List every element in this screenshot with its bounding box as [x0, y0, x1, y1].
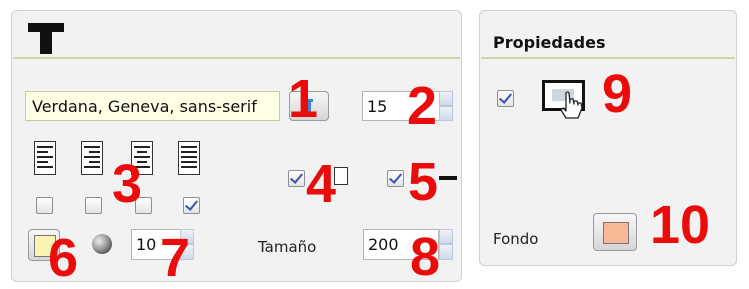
callout-3: 3 [112, 154, 143, 214]
underline-checkbox[interactable] [288, 170, 305, 187]
callout-8: 8 [410, 227, 441, 287]
opacity-icon [92, 234, 112, 254]
text-tool-T-icon [28, 23, 64, 54]
background-color-button[interactable] [593, 213, 637, 251]
font-family-input[interactable] [25, 91, 280, 121]
properties-title: Propiedades [493, 33, 606, 52]
align-justify-checkbox[interactable] [183, 197, 200, 214]
callout-6: 6 [48, 228, 79, 288]
strikethrough-checkbox[interactable] [387, 170, 404, 187]
underline-icon [334, 167, 348, 185]
callout-7: 7 [160, 228, 191, 288]
align-right-checkbox[interactable] [85, 197, 102, 214]
callout-9: 9 [602, 64, 633, 124]
size-spin-down[interactable] [439, 244, 453, 260]
align-left-checkbox[interactable] [36, 197, 53, 214]
panel-divider [13, 57, 460, 59]
hand-pointer-cursor-icon[interactable] [542, 78, 592, 122]
callout-4: 4 [306, 154, 337, 214]
background-label: Fondo [493, 230, 539, 248]
font-size-spin-up[interactable] [439, 91, 453, 106]
properties-divider [481, 57, 735, 59]
background-color-swatch [603, 222, 629, 244]
callout-10: 10 [650, 195, 711, 255]
align-left-icon[interactable] [34, 141, 56, 175]
font-size-spin-down[interactable] [439, 106, 453, 121]
align-right-icon[interactable] [81, 141, 103, 175]
size-spin-up[interactable] [439, 229, 453, 244]
strikethrough-icon [439, 176, 457, 180]
callout-5: 5 [408, 152, 439, 212]
callout-2: 2 [407, 76, 438, 136]
cursor-checkbox[interactable] [497, 90, 514, 107]
align-justify-icon[interactable] [178, 141, 200, 175]
size-label: Tamaño [258, 238, 317, 256]
callout-1: 1 [288, 69, 319, 129]
